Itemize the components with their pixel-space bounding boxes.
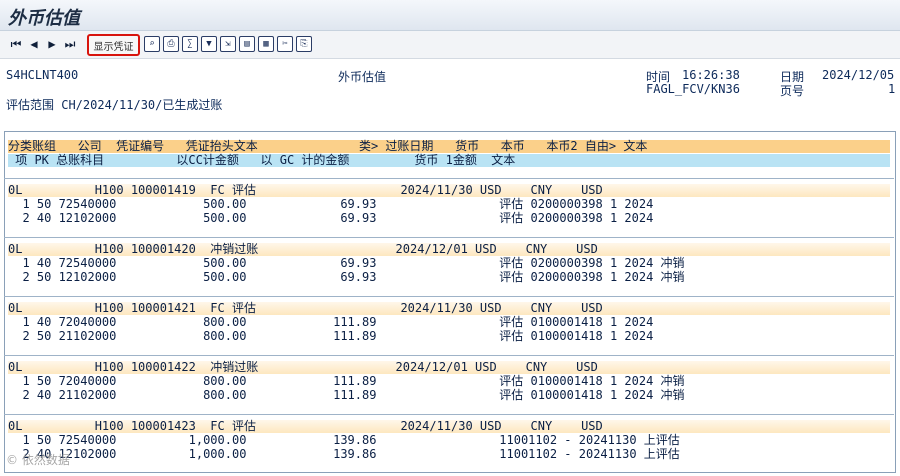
group-separator xyxy=(4,178,894,179)
client-id: S4HCLNT400 xyxy=(6,68,79,82)
prev-page-icon[interactable]: ◀ xyxy=(26,35,42,53)
print-icon[interactable]: ⎙ xyxy=(163,35,179,53)
document-header-row[interactable]: 0L H100 100001422 冲销过账 2024/12/01 USD CN… xyxy=(8,361,890,374)
first-page-icon[interactable]: ⏮ xyxy=(8,35,24,53)
total-icon[interactable]: ∑ xyxy=(182,35,198,53)
group-separator xyxy=(4,296,894,297)
transaction-code: FAGL_FCV/KN36 xyxy=(646,82,740,96)
copy-icon[interactable]: ⎘ xyxy=(296,35,312,53)
line-item-row[interactable]: 2 50 21102000 800.00 111.89 评估 010000141… xyxy=(8,330,890,343)
document-header-row[interactable]: 0L H100 100001420 冲销过账 2024/12/01 USD CN… xyxy=(8,243,890,256)
line-item-row[interactable]: 1 50 72540000 500.00 69.93 评估 0200000398… xyxy=(8,198,890,211)
document-header-row[interactable]: 0L H100 100001423 FC 评估 2024/11/30 USD C… xyxy=(8,420,890,433)
page-number: 1 xyxy=(888,82,896,96)
page-label: 页号 xyxy=(780,84,805,98)
show-document-button[interactable]: 显示凭证 xyxy=(87,34,140,56)
line-item-row[interactable]: 2 50 12102000 500.00 69.93 评估 0200000398… xyxy=(8,271,890,284)
document-header-row[interactable]: 0L H100 100001419 FC 评估 2024/11/30 USD C… xyxy=(8,184,890,197)
filter-icon[interactable]: ▼ xyxy=(201,35,217,53)
column-header-row-1: 分类账组 公司 凭证编号 凭证抬头文本 类> 过账日期 货币 本币 本币2 自由… xyxy=(8,140,890,153)
window-titlebar: 外币估值 xyxy=(0,0,900,31)
watermark: © 依然数据 xyxy=(6,453,70,467)
toolbar: 显示凭证 ⏮ ◀ ▶ ⏭ ⌕ ⎙ ∑ ▼ ⇲ ▤ ▦ ✂ ⎘ xyxy=(0,31,900,59)
group-separator xyxy=(4,414,894,415)
column-header-row-2: 项 PK 总账科目 以CC计金额 以 GC 计的金额 货币 1金额 文本 xyxy=(8,154,890,167)
line-item-row[interactable]: 2 40 12102000 1,000.00 139.86 11001102 -… xyxy=(8,448,890,461)
cut-icon[interactable]: ✂ xyxy=(277,35,293,53)
next-page-icon[interactable]: ▶ xyxy=(44,35,60,53)
date-value: 2024/12/05 xyxy=(822,68,895,82)
line-item-row[interactable]: 1 50 72540000 1,000.00 139.86 11001102 -… xyxy=(8,434,890,447)
time-value: 16:26:38 xyxy=(682,68,740,82)
document-header-row[interactable]: 0L H100 100001421 FC 评估 2024/11/30 USD C… xyxy=(8,302,890,315)
layout-icon[interactable]: ▤ xyxy=(239,35,255,53)
last-page-icon[interactable]: ⏭ xyxy=(62,35,78,53)
select-layout-icon[interactable]: ▦ xyxy=(258,35,274,53)
group-separator xyxy=(4,237,894,238)
export-icon[interactable]: ⇲ xyxy=(220,35,236,53)
line-item-row[interactable]: 2 40 21102000 800.00 111.89 评估 010000141… xyxy=(8,389,890,402)
details-icon[interactable]: ⌕ xyxy=(144,35,160,53)
line-item-row[interactable]: 1 40 72540000 500.00 69.93 评估 0200000398… xyxy=(8,257,890,270)
window-title: 外币估值 xyxy=(8,8,80,29)
group-separator xyxy=(4,355,894,356)
line-item-row[interactable]: 1 40 72040000 800.00 111.89 评估 010000141… xyxy=(8,316,890,329)
evaluation-scope: 评估范围 CH/2024/11/30/已生成过账 xyxy=(6,98,223,112)
report-title: 外币估值 xyxy=(338,70,387,84)
line-item-row[interactable]: 2 40 12102000 500.00 69.93 评估 0200000398… xyxy=(8,212,890,225)
line-item-row[interactable]: 1 50 72040000 800.00 111.89 评估 010000141… xyxy=(8,375,890,388)
